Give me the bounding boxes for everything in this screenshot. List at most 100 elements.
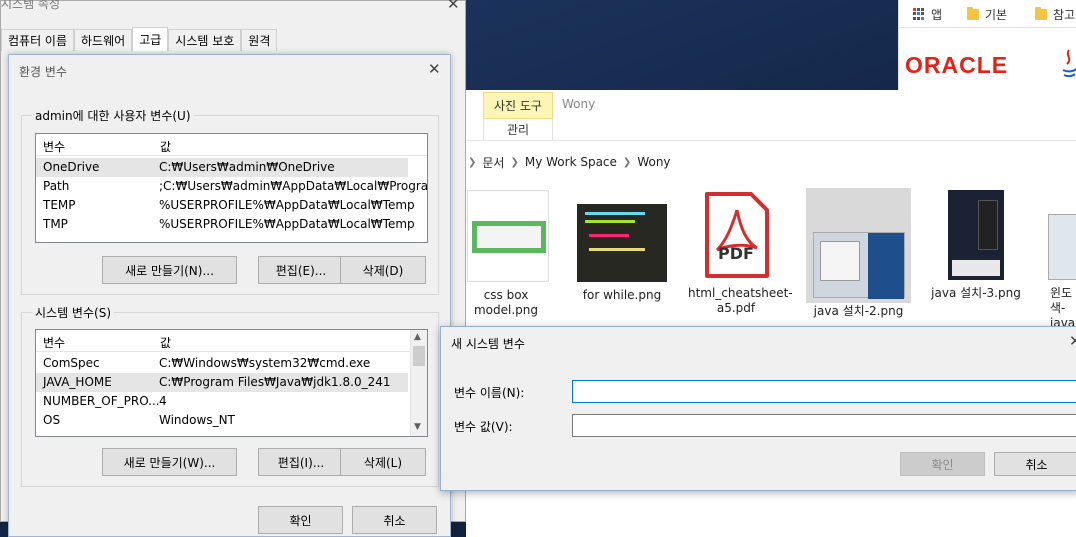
image-thumbnail <box>577 204 667 282</box>
file-item-selected[interactable]: java 설치-2.png <box>806 188 911 318</box>
ok-button[interactable]: 확인 <box>900 452 985 476</box>
user-variables-list[interactable]: 변수 값 OneDrive C:₩Users₩admin₩OneDrive Pa… <box>35 133 428 243</box>
ok-button[interactable]: 확인 <box>258 506 343 534</box>
file-name: html_cheatsheet-a5.pdf <box>688 286 793 315</box>
variable-name-label: 변수 이름(N): <box>454 386 525 400</box>
var-name: OneDrive <box>43 160 100 174</box>
table-row[interactable]: Path ;C:₩Users₩admin₩AppData₩Local₩Progr… <box>36 177 427 196</box>
breadcrumb-item[interactable]: My Work Space <box>525 155 617 169</box>
user-delete-button[interactable]: 삭제(D) <box>340 256 426 284</box>
apps-icon <box>913 8 925 20</box>
bookmark-reference[interactable]: 참고 <box>1035 5 1075 23</box>
close-icon[interactable]: ✕ <box>428 60 441 78</box>
column-header-variable[interactable]: 변수 <box>43 334 65 351</box>
var-value: C:₩Windows₩system32₩cmd.exe <box>159 356 371 370</box>
breadcrumb-item[interactable]: 문서 <box>482 154 504 171</box>
table-row[interactable]: JAVA_HOME C:₩Program Files₩Java₩jdk1.8.0… <box>36 373 408 392</box>
bookmark-basic[interactable]: 기본 <box>967 5 1007 23</box>
file-item[interactable]: for while.png <box>572 190 672 303</box>
folder-icon <box>1035 6 1047 20</box>
image-thumbnail <box>948 190 1004 280</box>
system-edit-button[interactable]: 편집(I)... <box>258 448 344 476</box>
java-logo-icon <box>1062 49 1076 78</box>
bookmark-label: 기본 <box>985 7 1008 22</box>
chevron-right-icon: ❯ <box>510 156 519 168</box>
image-thumbnail <box>812 232 905 299</box>
new-system-variable-dialog: 새 시스템 변수 ✕ 변수 이름(N): 변수 값(V): 확인 취소 <box>440 326 1076 491</box>
tab-bar: 컴퓨터 이름 하드웨어 고급 시스템 보호 원격 <box>1 27 278 51</box>
variable-name-input[interactable] <box>572 380 1076 403</box>
cancel-button[interactable]: 취소 <box>352 506 437 534</box>
file-name: for while.png <box>582 288 662 302</box>
breadcrumb-item[interactable]: Wony <box>637 155 670 169</box>
user-new-button[interactable]: 새로 만들기(N)... <box>102 256 237 284</box>
table-row[interactable]: TEMP %USERPROFILE%₩AppData₩Local₩Temp <box>36 196 415 215</box>
cancel-button[interactable]: 취소 <box>994 452 1076 476</box>
variable-value-input[interactable] <box>572 414 1076 437</box>
ribbon-tab-manage[interactable]: 관리 <box>483 119 553 141</box>
file-item[interactable]: css box model.png <box>466 190 550 318</box>
oracle-logo[interactable]: ORACLE <box>905 52 1008 79</box>
dialog-title: 환경 변수 <box>19 65 67 79</box>
column-header-value[interactable]: 값 <box>160 138 171 155</box>
file-item[interactable]: java 설치-3.png <box>926 190 1026 301</box>
tab-system-protection[interactable]: 시스템 보호 <box>168 29 242 51</box>
tab-computer-name[interactable]: 컴퓨터 이름 <box>1 29 75 51</box>
window-title: Wony <box>562 97 596 111</box>
image-thumbnail <box>467 190 549 282</box>
ribbon-tab-picture-tools[interactable]: 사진 도구 <box>483 92 553 119</box>
close-icon[interactable]: ✕ <box>447 0 460 13</box>
file-item[interactable]: 윈도 색- java <box>1042 190 1076 331</box>
scroll-down-icon[interactable]: ▼ <box>414 422 421 432</box>
var-name: TMP <box>43 217 68 231</box>
var-name: ComSpec <box>43 356 100 370</box>
system-variables-list[interactable]: 변수 값 ComSpec C:₩Windows₩system32₩cmd.exe… <box>35 329 428 437</box>
bookmark-label: 앱 <box>931 7 943 22</box>
column-header-variable[interactable]: 변수 <box>43 138 65 155</box>
var-name: NUMBER_OF_PRO... <box>43 394 160 408</box>
table-row[interactable]: ComSpec C:₩Windows₩system32₩cmd.exe <box>36 354 408 373</box>
image-thumbnail <box>1048 214 1076 280</box>
tab-hardware[interactable]: 하드웨어 <box>74 29 133 51</box>
var-value: ;C:₩Users₩admin₩AppData₩Local₩Progra... <box>159 179 428 193</box>
var-value: %USERPROFILE%₩AppData₩Local₩Temp <box>159 198 415 212</box>
table-row[interactable]: TMP %USERPROFILE%₩AppData₩Local₩Temp <box>36 215 415 234</box>
variable-value-label: 변수 값(V): <box>454 420 513 434</box>
var-name: JAVA_HOME <box>43 375 112 389</box>
list-header: 변수 값 <box>36 330 427 352</box>
system-variables-group: 시스템 변수(S) 변수 값 ComSpec C:₩Windows₩system… <box>21 304 439 487</box>
pdf-icon: PDF <box>701 190 771 280</box>
browser-window: 앱 기본 참고 ORACLE <box>898 0 1076 90</box>
pdf-label: PDF <box>718 244 754 263</box>
file-name: java 설치-2.png <box>813 304 904 318</box>
column-header-value[interactable]: 값 <box>160 334 171 351</box>
environment-variables-dialog: 환경 변수 ✕ admin에 대한 사용자 변수(U) 변수 값 OneDriv… <box>8 54 451 537</box>
vertical-scrollbar[interactable]: ▲ ▼ <box>410 330 427 436</box>
user-edit-button[interactable]: 편집(E)... <box>258 256 344 284</box>
bookmark-label: 참고 <box>1053 7 1076 22</box>
tab-remote[interactable]: 원격 <box>241 29 278 51</box>
group-label: 시스템 변수(S) <box>32 304 114 321</box>
breadcrumb[interactable]: ❯ 문서 ❯ My Work Space ❯ Wony <box>466 150 1076 174</box>
table-row[interactable]: OneDrive C:₩Users₩admin₩OneDrive <box>36 158 408 177</box>
var-name: OS <box>43 413 61 427</box>
list-header: 변수 값 <box>36 134 427 156</box>
scroll-thumb[interactable] <box>413 346 425 366</box>
file-name: css box model.png <box>473 288 539 317</box>
bookmarks-bar: 앱 기본 참고 <box>899 0 1076 28</box>
system-delete-button[interactable]: 삭제(L) <box>340 448 426 476</box>
table-row[interactable]: OS Windows_NT <box>36 411 408 430</box>
file-name: 윈도 색- java <box>1050 286 1076 330</box>
system-new-button[interactable]: 새로 만들기(W)... <box>102 448 237 476</box>
table-row[interactable]: NUMBER_OF_PRO... 4 <box>36 392 408 411</box>
file-name: java 설치-3.png <box>931 286 1021 300</box>
file-item[interactable]: PDF html_cheatsheet-a5.pdf <box>688 190 793 316</box>
var-value: 4 <box>159 394 167 408</box>
dialog-title: 새 시스템 변수 <box>451 337 525 351</box>
close-icon[interactable]: ✕ <box>1069 332 1076 350</box>
tab-advanced[interactable]: 고급 <box>132 27 169 51</box>
scroll-up-icon[interactable]: ▲ <box>414 332 421 342</box>
group-label: admin에 대한 사용자 변수(U) <box>32 107 194 124</box>
chevron-right-icon: ❯ <box>468 156 477 168</box>
bookmark-apps[interactable]: 앱 <box>913 5 942 23</box>
